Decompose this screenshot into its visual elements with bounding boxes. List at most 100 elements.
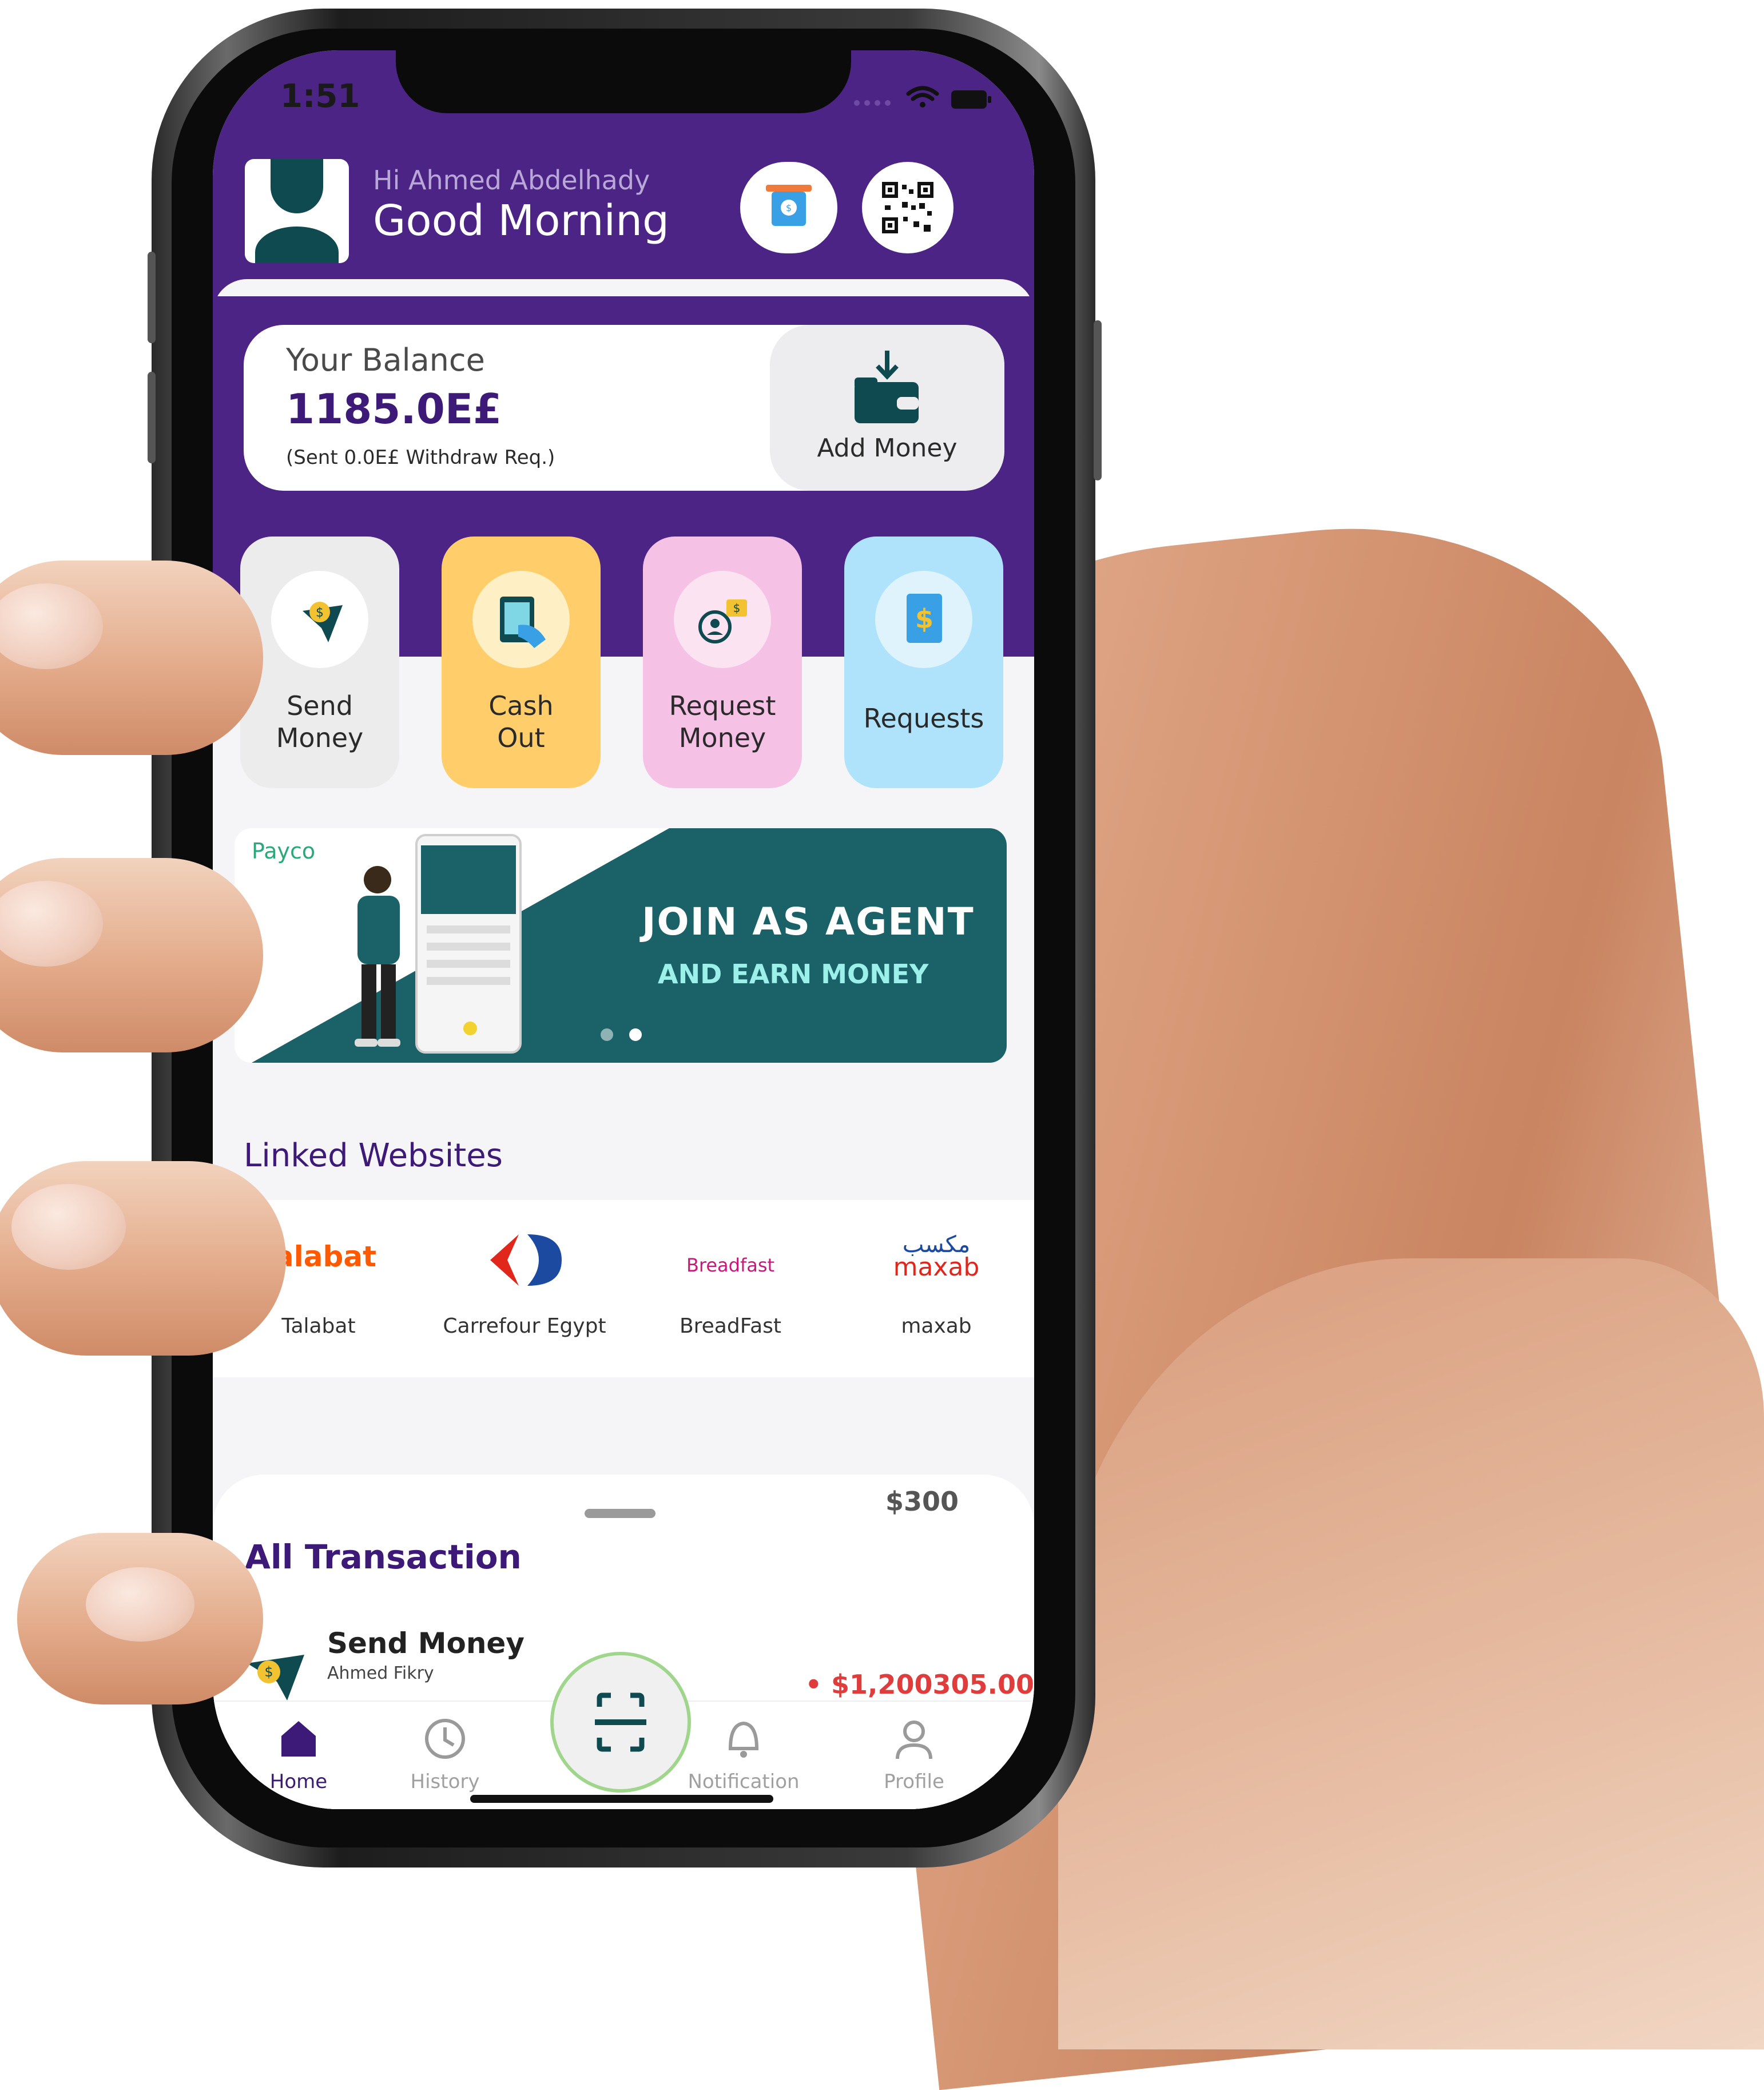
qr-code-button[interactable] <box>862 162 953 253</box>
request-money-label-line2: Money <box>678 722 766 753</box>
request-money-label: Request Money <box>643 690 802 754</box>
requests-button[interactable]: $ Requests <box>844 537 1003 788</box>
avatar[interactable] <box>245 159 349 263</box>
request-money-button[interactable]: $ Request Money <box>643 537 802 788</box>
add-money-button[interactable]: Add Money <box>770 325 1004 491</box>
hand-wrist <box>1058 1258 1764 2049</box>
site-maxab[interactable]: مكسب maxab maxab <box>842 1200 1031 1377</box>
wifi-icon <box>906 86 939 108</box>
volume-up-button <box>148 252 156 343</box>
transaction-amount: • $1,200305.00 <box>805 1669 1034 1700</box>
svg-text:$: $ <box>733 601 741 615</box>
request-money-label-line1: Request <box>669 690 776 721</box>
avatar-head <box>271 159 323 213</box>
cash-out-label: Cash Out <box>442 690 601 754</box>
site-breadfast[interactable]: Breadfast BreadFast <box>636 1200 825 1377</box>
carrefour-logo <box>490 1234 562 1286</box>
send-money-icon: $ <box>303 602 343 642</box>
fingernail <box>11 1184 126 1270</box>
add-money-label: Add Money <box>817 434 958 463</box>
maxab-logo-latin: maxab <box>893 1253 980 1282</box>
transaction-title: Send Money <box>327 1627 525 1660</box>
finger-middle <box>0 858 263 1052</box>
banner-brand: Payco <box>252 839 316 864</box>
scan-button[interactable] <box>550 1652 691 1793</box>
tab-label: Home <box>269 1770 328 1793</box>
greeting-title: Good Morning <box>373 196 669 245</box>
atm-icon: $ <box>766 185 812 226</box>
site-name: Carrefour Egypt <box>443 1314 606 1338</box>
cash-out-button[interactable]: Cash Out <box>442 537 601 788</box>
site-name: BreadFast <box>679 1314 782 1338</box>
tab-label: Notification <box>688 1770 800 1793</box>
request-money-icon-wrap: $ <box>674 571 771 668</box>
balance-value: 1185.0E£ <box>286 385 502 433</box>
balance-subtext: (Sent 0.0E£ Withdraw Req.) <box>286 446 555 469</box>
send-money-label-line2: Money <box>276 722 364 753</box>
svg-text:$: $ <box>915 603 933 634</box>
site-carrefour[interactable]: Carrefour Egypt <box>430 1200 619 1377</box>
phone-screen: 1:51 Hi Ahmed Abdelhady Good Morning $ Y… <box>213 50 1034 1809</box>
finger-ring <box>0 1161 286 1356</box>
avatar-body <box>255 227 339 263</box>
home-indicator[interactable] <box>470 1795 773 1803</box>
tab-home[interactable]: Home <box>236 1713 361 1805</box>
qr-code-icon <box>882 182 933 233</box>
transaction-subtitle: Ahmed Fikry <box>327 1663 434 1683</box>
balance-label: Your Balance <box>286 342 485 378</box>
finger-pinky <box>17 1533 263 1704</box>
notch <box>396 50 851 113</box>
svg-text:$: $ <box>786 202 792 213</box>
fingernail <box>0 881 103 967</box>
tab-history[interactable]: History <box>382 1713 508 1805</box>
linked-websites-list: talabat Talabat Carrefour Egypt Breadfas… <box>213 1200 1034 1377</box>
document-dollar-icon: $ <box>907 594 942 643</box>
tab-label: Profile <box>884 1770 944 1793</box>
greeting-name: Hi Ahmed Abdelhady <box>373 165 650 196</box>
send-money-label-line1: Send <box>287 690 353 721</box>
carousel-dot[interactable] <box>601 1028 613 1041</box>
fingernail <box>86 1567 194 1642</box>
maxab-logo: مكسب maxab <box>842 1233 1031 1282</box>
status-icons <box>845 80 994 117</box>
send-money-label: Send Money <box>240 690 399 754</box>
carousel-dot-active[interactable] <box>629 1028 642 1041</box>
cash-out-label-line2: Out <box>497 722 545 753</box>
requests-icon-wrap: $ <box>875 571 972 668</box>
peek-amount: $300 <box>885 1486 959 1517</box>
linked-websites-title: Linked Websites <box>244 1137 503 1174</box>
transactions-title: All Transaction <box>245 1537 522 1576</box>
banner-artwork <box>252 828 1007 1063</box>
sheet-drag-handle[interactable] <box>585 1509 655 1518</box>
send-money-button[interactable]: $ Send Money <box>240 537 399 788</box>
wallet-icon <box>855 351 919 423</box>
breadfast-logo: Breadfast <box>686 1254 775 1276</box>
finger-index <box>0 561 263 755</box>
cash-out-icon-wrap <box>472 571 570 668</box>
volume-down-button <box>148 372 156 463</box>
banner-phone-illustration <box>415 834 522 1054</box>
svg-text:$: $ <box>316 606 324 620</box>
site-name: maxab <box>901 1314 972 1338</box>
banner-title: JOIN AS AGENT <box>642 900 975 944</box>
power-button <box>1094 320 1102 480</box>
status-time: 1:51 <box>280 78 360 115</box>
promo-banner[interactable]: Payco JOIN AS AGENT AND EARN MONEY <box>235 828 1007 1063</box>
tab-label: History <box>410 1770 480 1793</box>
bell-icon <box>728 1721 759 1758</box>
atm-button[interactable]: $ <box>740 162 837 253</box>
fingernail <box>0 583 103 669</box>
requests-label: Requests <box>844 702 1003 734</box>
banner-subtitle: AND EARN MONEY <box>658 959 929 990</box>
home-icon <box>281 1721 316 1757</box>
balance-card: Your Balance 1185.0E£ (Sent 0.0E£ Withdr… <box>244 325 1004 491</box>
send-money-icon-wrap: $ <box>271 571 368 668</box>
requests-label-line1: Requests <box>863 703 984 734</box>
user-icon <box>896 1721 932 1759</box>
request-money-icon: $ <box>698 599 747 643</box>
tab-profile[interactable]: Profile <box>851 1713 977 1805</box>
signal-icon <box>854 100 891 106</box>
scan-icon <box>595 1692 646 1752</box>
tab-notification[interactable]: Notification <box>681 1713 806 1805</box>
svg-text:$: $ <box>264 1664 273 1680</box>
